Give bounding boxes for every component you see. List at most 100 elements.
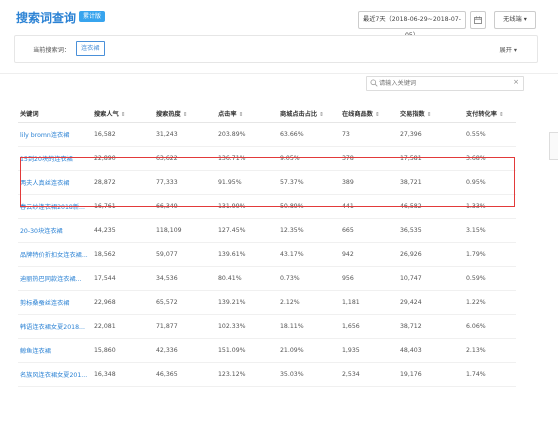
table-cell: 65,572 [154,290,216,315]
table-cell: 27,396 [398,122,464,147]
table-cell: 942 [340,242,398,267]
current-search-panel: 当前搜索词： 连衣裙 展开 ▾ [14,35,538,63]
keyword-link[interactable]: 剪标桑蚕丝连衣裙 [18,290,92,315]
table-cell: 0.73% [278,266,340,291]
keyword-filter: × [366,76,524,91]
column-header[interactable]: 交易指数 ⇕ [398,104,464,123]
table-cell: 71,877 [154,314,216,339]
keyword-table: 关键词 搜索人气 ⇕ 搜索热度 ⇕ 点击率 ⇕ 商城点击占比 ⇕ 在线商品数 ⇕ 交易指数 … [18,104,516,387]
table-cell: 59,077 [154,242,216,267]
table-cell: 77,333 [154,170,216,195]
keyword-link[interactable]: 韩语连衣裙女夏2018... [18,314,92,339]
table-cell: 665 [340,218,398,243]
table-row: 15到20块的连衣裙 22,890 63,622 136.71% 9.05% 378 17,… [18,146,516,171]
keyword-link[interactable]: 品牌特价折扣女连衣裙... [18,242,92,267]
table-cell: 21.09% [278,338,340,363]
keyword-link[interactable]: 20-30块连衣裙 [18,218,92,243]
column-header[interactable]: 在线商品数 ⇕ [340,104,398,123]
sort-icon[interactable]: ⇕ [375,112,380,118]
table-cell: 36,535 [398,218,464,243]
table-row: lily bromn连衣裙 16,582 31,243 203.89% 63.66% 73… [18,122,516,147]
table-cell: 0.95% [464,170,516,195]
column-header[interactable]: 点击率 ⇕ [216,104,278,123]
table-cell: 389 [340,170,398,195]
column-header[interactable]: 搜索人气 ⇕ [92,104,154,123]
edition-badge: 累计版 [79,11,106,22]
table-cell: 63.66% [278,122,340,147]
table-cell: 18.11% [278,314,340,339]
keyword-link[interactable]: 迪丽热巴同款连衣裙... [18,266,92,291]
table-cell: 66,349 [154,194,216,219]
table-cell: 1.79% [464,242,516,267]
table-cell: 18,562 [92,242,154,267]
calendar-button[interactable] [470,11,486,29]
table-cell: 3.68% [464,146,516,171]
current-term-tag[interactable]: 连衣裙 [76,41,105,56]
table-cell: 34,536 [154,266,216,291]
table-cell: 136.71% [216,146,278,171]
page-title: 搜索词查询 [16,11,77,25]
table-cell: 22,081 [92,314,154,339]
table-cell: 43.17% [278,242,340,267]
column-header-label: 关键词 [20,110,39,118]
table-cell: 28,872 [92,170,154,195]
column-header-label: 搜索热度 [156,110,181,118]
sort-icon[interactable]: ⇕ [121,112,126,118]
table-row: 鲸鱼连衣裙 15,860 42,336 151.09% 21.09% 1,935 48,40… [18,338,516,363]
sort-icon[interactable]: ⇕ [319,112,324,118]
keyword-link[interactable]: lily bromn连衣裙 [18,122,92,147]
expand-toggle[interactable]: 展开 ▾ [500,45,517,54]
table-row: 迪丽热巴同款连衣裙... 17,544 34,536 80.41% 0.73% 956 10… [18,266,516,291]
clear-icon[interactable]: × [513,78,519,86]
column-header-label: 在线商品数 [342,110,373,118]
table-cell: 48,403 [398,338,464,363]
table-cell: 42,336 [154,338,216,363]
table-cell: 9.05% [278,146,340,171]
table-row: 春云纱连衣裙2018新... 16,761 66,349 131.99% 50.89% 4… [18,194,516,219]
table-cell: 123.12% [216,362,278,387]
column-header[interactable]: 支付转化率 ⇕ [464,104,516,123]
column-header-label: 商城点击占比 [280,110,318,118]
keyword-link[interactable]: 鲸鱼连衣裙 [18,338,92,363]
column-header[interactable]: 搜索热度 ⇕ [154,104,216,123]
keyword-link[interactable]: 15到20块的连衣裙 [18,146,92,171]
table-cell: 50.89% [278,194,340,219]
keyword-search-input[interactable] [379,78,509,88]
table-cell: 127.45% [216,218,278,243]
table-cell: 3.15% [464,218,516,243]
sort-icon[interactable]: ⇕ [499,112,504,118]
table-cell: 1,656 [340,314,398,339]
table-cell: 16,348 [92,362,154,387]
table-cell: 139.21% [216,290,278,315]
side-panel-handle[interactable] [549,132,558,160]
table-cell: 956 [340,266,398,291]
table-row: 名族风连衣裙女夏201... 16,348 46,365 123.12% 35.03% 2… [18,362,516,387]
terminal-dropdown[interactable]: 无线端 ▾ [494,11,536,29]
table-cell: 46,582 [398,194,464,219]
sort-icon[interactable]: ⇕ [427,112,432,118]
keyword-link[interactable]: 春云纱连衣裙2018新... [18,194,92,219]
sort-icon[interactable]: ⇕ [183,112,188,118]
column-header[interactable]: 商城点击占比 ⇕ [278,104,340,123]
table-cell: 29,424 [398,290,464,315]
keyword-link[interactable]: 名族风连衣裙女夏201... [18,362,92,387]
table-cell: 15,860 [92,338,154,363]
column-header-label: 搜索人气 [94,110,119,118]
table-row: 韩语连衣裙女夏2018... 22,081 71,877 102.33% 18.11% 1… [18,314,516,339]
table-cell: 91.95% [216,170,278,195]
sort-icon[interactable]: ⇕ [239,112,244,118]
table-cell: 118,109 [154,218,216,243]
column-header: 关键词 [18,104,92,123]
table-cell: 31,243 [154,122,216,147]
table-cell: 26,926 [398,242,464,267]
table-cell: 2,534 [340,362,398,387]
table-cell: 1.74% [464,362,516,387]
table-cell: 10,747 [398,266,464,291]
search-icon [370,79,378,87]
date-range-selector[interactable]: 最近7天（2018-06-29~2018-07-05） [358,11,466,39]
table-cell: 6.06% [464,314,516,339]
table-cell: 57.37% [278,170,340,195]
calendar-icon [474,16,482,24]
keyword-link[interactable]: 两夫人真丝连衣裙 [18,170,92,195]
table-cell: 378 [340,146,398,171]
